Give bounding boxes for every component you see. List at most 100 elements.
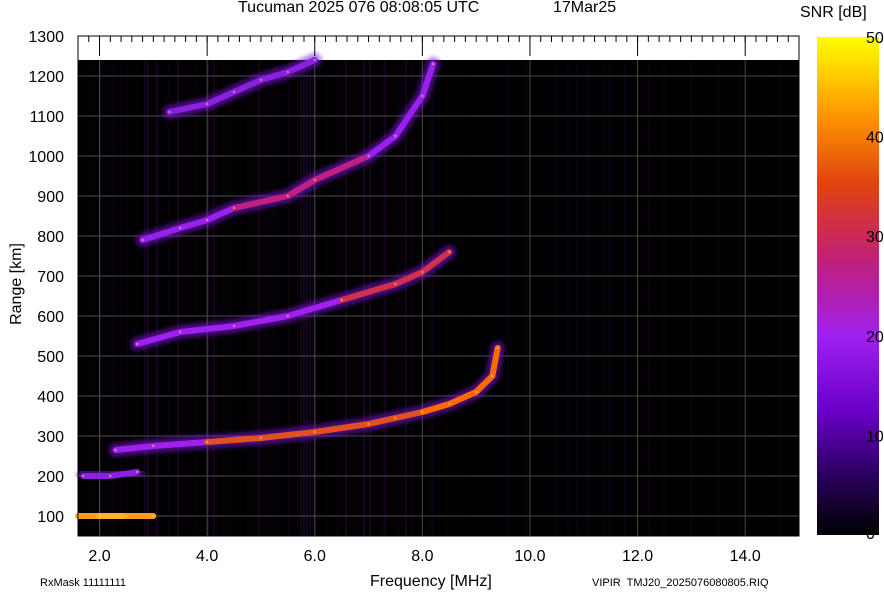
noise-stripe (426, 60, 428, 536)
trace-point (448, 250, 451, 254)
noise-stripe (309, 60, 311, 536)
trace-point (152, 514, 155, 518)
y-tick-label: 300 (37, 429, 64, 446)
x-tick-label: 12.0 (622, 548, 653, 565)
ionogram-chart: 2.0 4.0 6.0 8.0 10.0 12.0 14.01002003004005006… (28, 29, 883, 565)
noise-stripe (408, 60, 410, 536)
noise-stripe (267, 60, 269, 536)
noise-stripe (111, 60, 113, 536)
trace-point (114, 448, 117, 452)
noise-stripe (441, 60, 443, 536)
noise-stripe (414, 60, 416, 536)
noise-stripe (534, 60, 536, 536)
noise-stripe (162, 60, 164, 536)
y-tick-label: 100 (37, 509, 64, 526)
noise-stripe (138, 60, 140, 536)
y-tick-label: 600 (37, 309, 64, 326)
noise-stripe (144, 60, 146, 536)
noise-stripe (174, 60, 176, 536)
noise-stripe (618, 60, 620, 536)
noise-stripe (216, 60, 218, 536)
noise-stripe (684, 60, 686, 536)
noise-stripe (633, 60, 635, 536)
trace-segment (112, 443, 157, 453)
noise-stripe (177, 60, 179, 536)
noise-stripe (675, 60, 677, 536)
noise-stripe (273, 60, 275, 536)
trace-e (71, 509, 161, 523)
noise-stripe (279, 60, 281, 536)
noise-stripe (294, 60, 296, 536)
noise-stripe (783, 60, 785, 536)
noise-stripe (477, 60, 479, 536)
noise-stripe (663, 60, 665, 536)
noise-stripes (78, 60, 794, 536)
noise-stripe (153, 60, 155, 536)
noise-stripe (219, 60, 221, 536)
trace-point (448, 402, 451, 406)
noise-stripe (108, 60, 110, 536)
noise-stripe (438, 60, 440, 536)
x-tick-label: 8.0 (411, 548, 433, 565)
noise-stripe (609, 60, 611, 536)
noise-stripe (690, 60, 692, 536)
noise-stripe (780, 60, 782, 536)
trace-point (205, 102, 209, 106)
noise-stripe (126, 60, 128, 536)
noise-stripe (435, 60, 437, 536)
noise-stripe (768, 60, 770, 536)
noise-stripe (588, 60, 590, 536)
trace-point (179, 226, 182, 230)
trace-point (394, 134, 397, 138)
noise-stripe (198, 60, 200, 536)
noise-stripe (453, 60, 455, 536)
trace-segment (204, 435, 264, 445)
x-tick-label: 6.0 (304, 548, 326, 565)
noise-stripe (432, 60, 434, 536)
noise-stripe (525, 60, 527, 536)
colorbar (817, 37, 879, 535)
y-tick-label: 200 (37, 469, 64, 486)
trace-point (109, 474, 112, 478)
noise-stripe (270, 60, 272, 536)
noise-stripe (387, 60, 389, 536)
noise-stripe (654, 60, 656, 536)
noise-stripe (132, 60, 134, 536)
noise-stripe (129, 60, 131, 536)
noise-stripe (642, 60, 644, 536)
noise-stripe (375, 60, 377, 536)
noise-stripe (699, 60, 701, 536)
trace-point (367, 154, 370, 158)
noise-stripe (165, 60, 167, 536)
noise-stripe (285, 60, 287, 536)
trace-point (394, 416, 397, 420)
trace-point (431, 62, 435, 66)
trace-point (313, 178, 316, 182)
y-tick-label: 1200 (28, 69, 64, 86)
noise-stripe (657, 60, 659, 536)
trace-point (232, 206, 236, 210)
trace-point (313, 430, 316, 434)
noise-stripe (276, 60, 278, 536)
noise-stripe (561, 60, 563, 536)
noise-stripe (186, 60, 188, 536)
noise-stripe (549, 60, 551, 536)
noise-stripe (282, 60, 284, 536)
noise-stripe (231, 60, 233, 536)
noise-stripe (567, 60, 569, 536)
noise-stripe (600, 60, 602, 536)
noise-stripe (420, 60, 422, 536)
noise-stripe (573, 60, 575, 536)
x-tick-label: 14.0 (730, 548, 761, 565)
trace-point (474, 390, 478, 394)
noise-stripe (624, 60, 626, 536)
y-tick-label: 400 (37, 389, 64, 406)
trace-point (125, 514, 128, 518)
noise-stripe (429, 60, 431, 536)
noise-stripe (774, 60, 776, 536)
noise-stripe (720, 60, 722, 536)
noise-stripe (312, 60, 314, 536)
noise-stripe (714, 60, 716, 536)
noise-stripe (381, 60, 383, 536)
noise-stripe (222, 60, 224, 536)
